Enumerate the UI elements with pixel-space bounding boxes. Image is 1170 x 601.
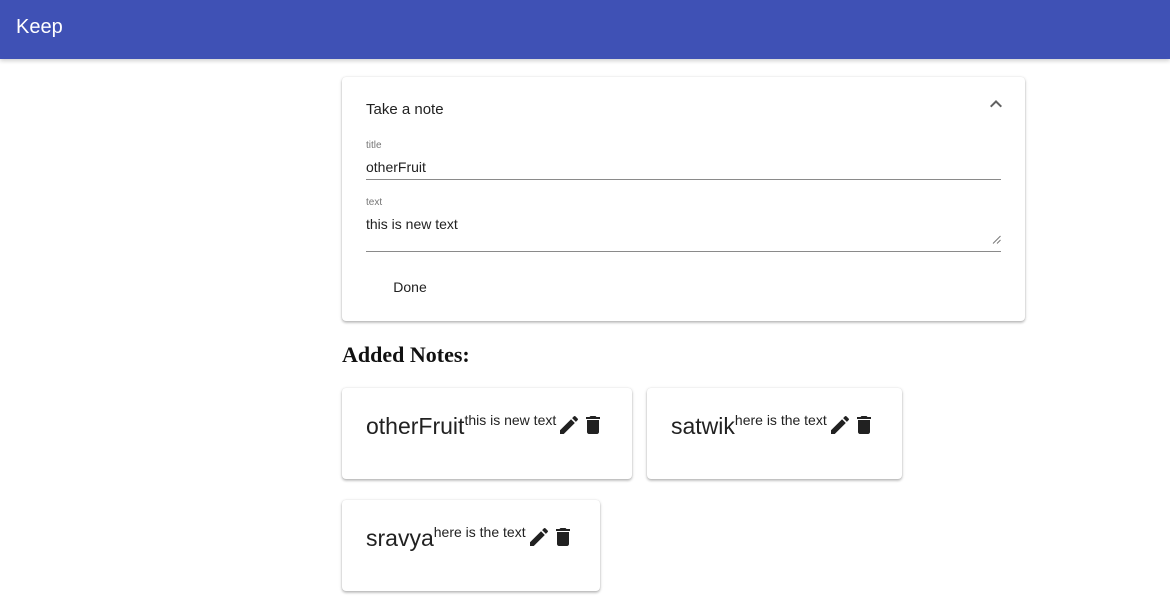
form-header: Take a note: [366, 101, 444, 118]
edit-button[interactable]: [557, 413, 581, 437]
delete-button[interactable]: [581, 413, 605, 437]
note-card: satwik here is the text: [647, 388, 902, 479]
resize-handle-icon[interactable]: [992, 235, 1001, 244]
note-content: otherFruit this is new text: [366, 411, 605, 441]
delete-button[interactable]: [852, 413, 876, 437]
edit-button[interactable]: [527, 525, 551, 549]
app-bar: Keep: [0, 0, 1170, 59]
delete-button[interactable]: [551, 525, 575, 549]
text-field-label: text: [366, 197, 383, 208]
note-title: otherFruit: [366, 413, 465, 439]
note-card: sravya here is the text: [342, 500, 600, 591]
note-title: satwik: [671, 413, 735, 439]
text-underline: [366, 251, 1001, 252]
pencil-icon: [560, 415, 579, 434]
note-content: satwik here is the text: [671, 411, 876, 441]
pencil-icon: [529, 527, 548, 546]
text-input[interactable]: this is new text: [366, 215, 1001, 245]
added-notes-heading: Added Notes:: [342, 342, 470, 367]
note-text: here is the text: [433, 524, 526, 540]
note-card: otherFruit this is new text: [342, 388, 632, 479]
title-input[interactable]: [366, 158, 1001, 176]
note-title: sravya: [366, 525, 434, 551]
trash-icon: [856, 416, 871, 434]
note-text: here is the text: [734, 412, 827, 428]
title-field: title: [366, 140, 1001, 180]
text-field: text this is new text: [366, 197, 1001, 252]
app-title: Keep: [16, 16, 63, 38]
trash-icon: [555, 528, 570, 546]
trash-icon: [586, 416, 601, 434]
edit-button[interactable]: [828, 413, 852, 437]
chevron-up-icon: [990, 100, 1002, 108]
title-field-label: title: [366, 140, 382, 151]
title-underline: [366, 179, 1001, 180]
note-text: this is new text: [464, 412, 557, 428]
note-form-card: Take a note title text this is new text …: [342, 77, 1025, 321]
done-button[interactable]: Done: [382, 273, 438, 301]
note-content: sravya here is the text: [366, 523, 575, 553]
collapse-button[interactable]: [984, 92, 1008, 116]
pencil-icon: [830, 415, 849, 434]
